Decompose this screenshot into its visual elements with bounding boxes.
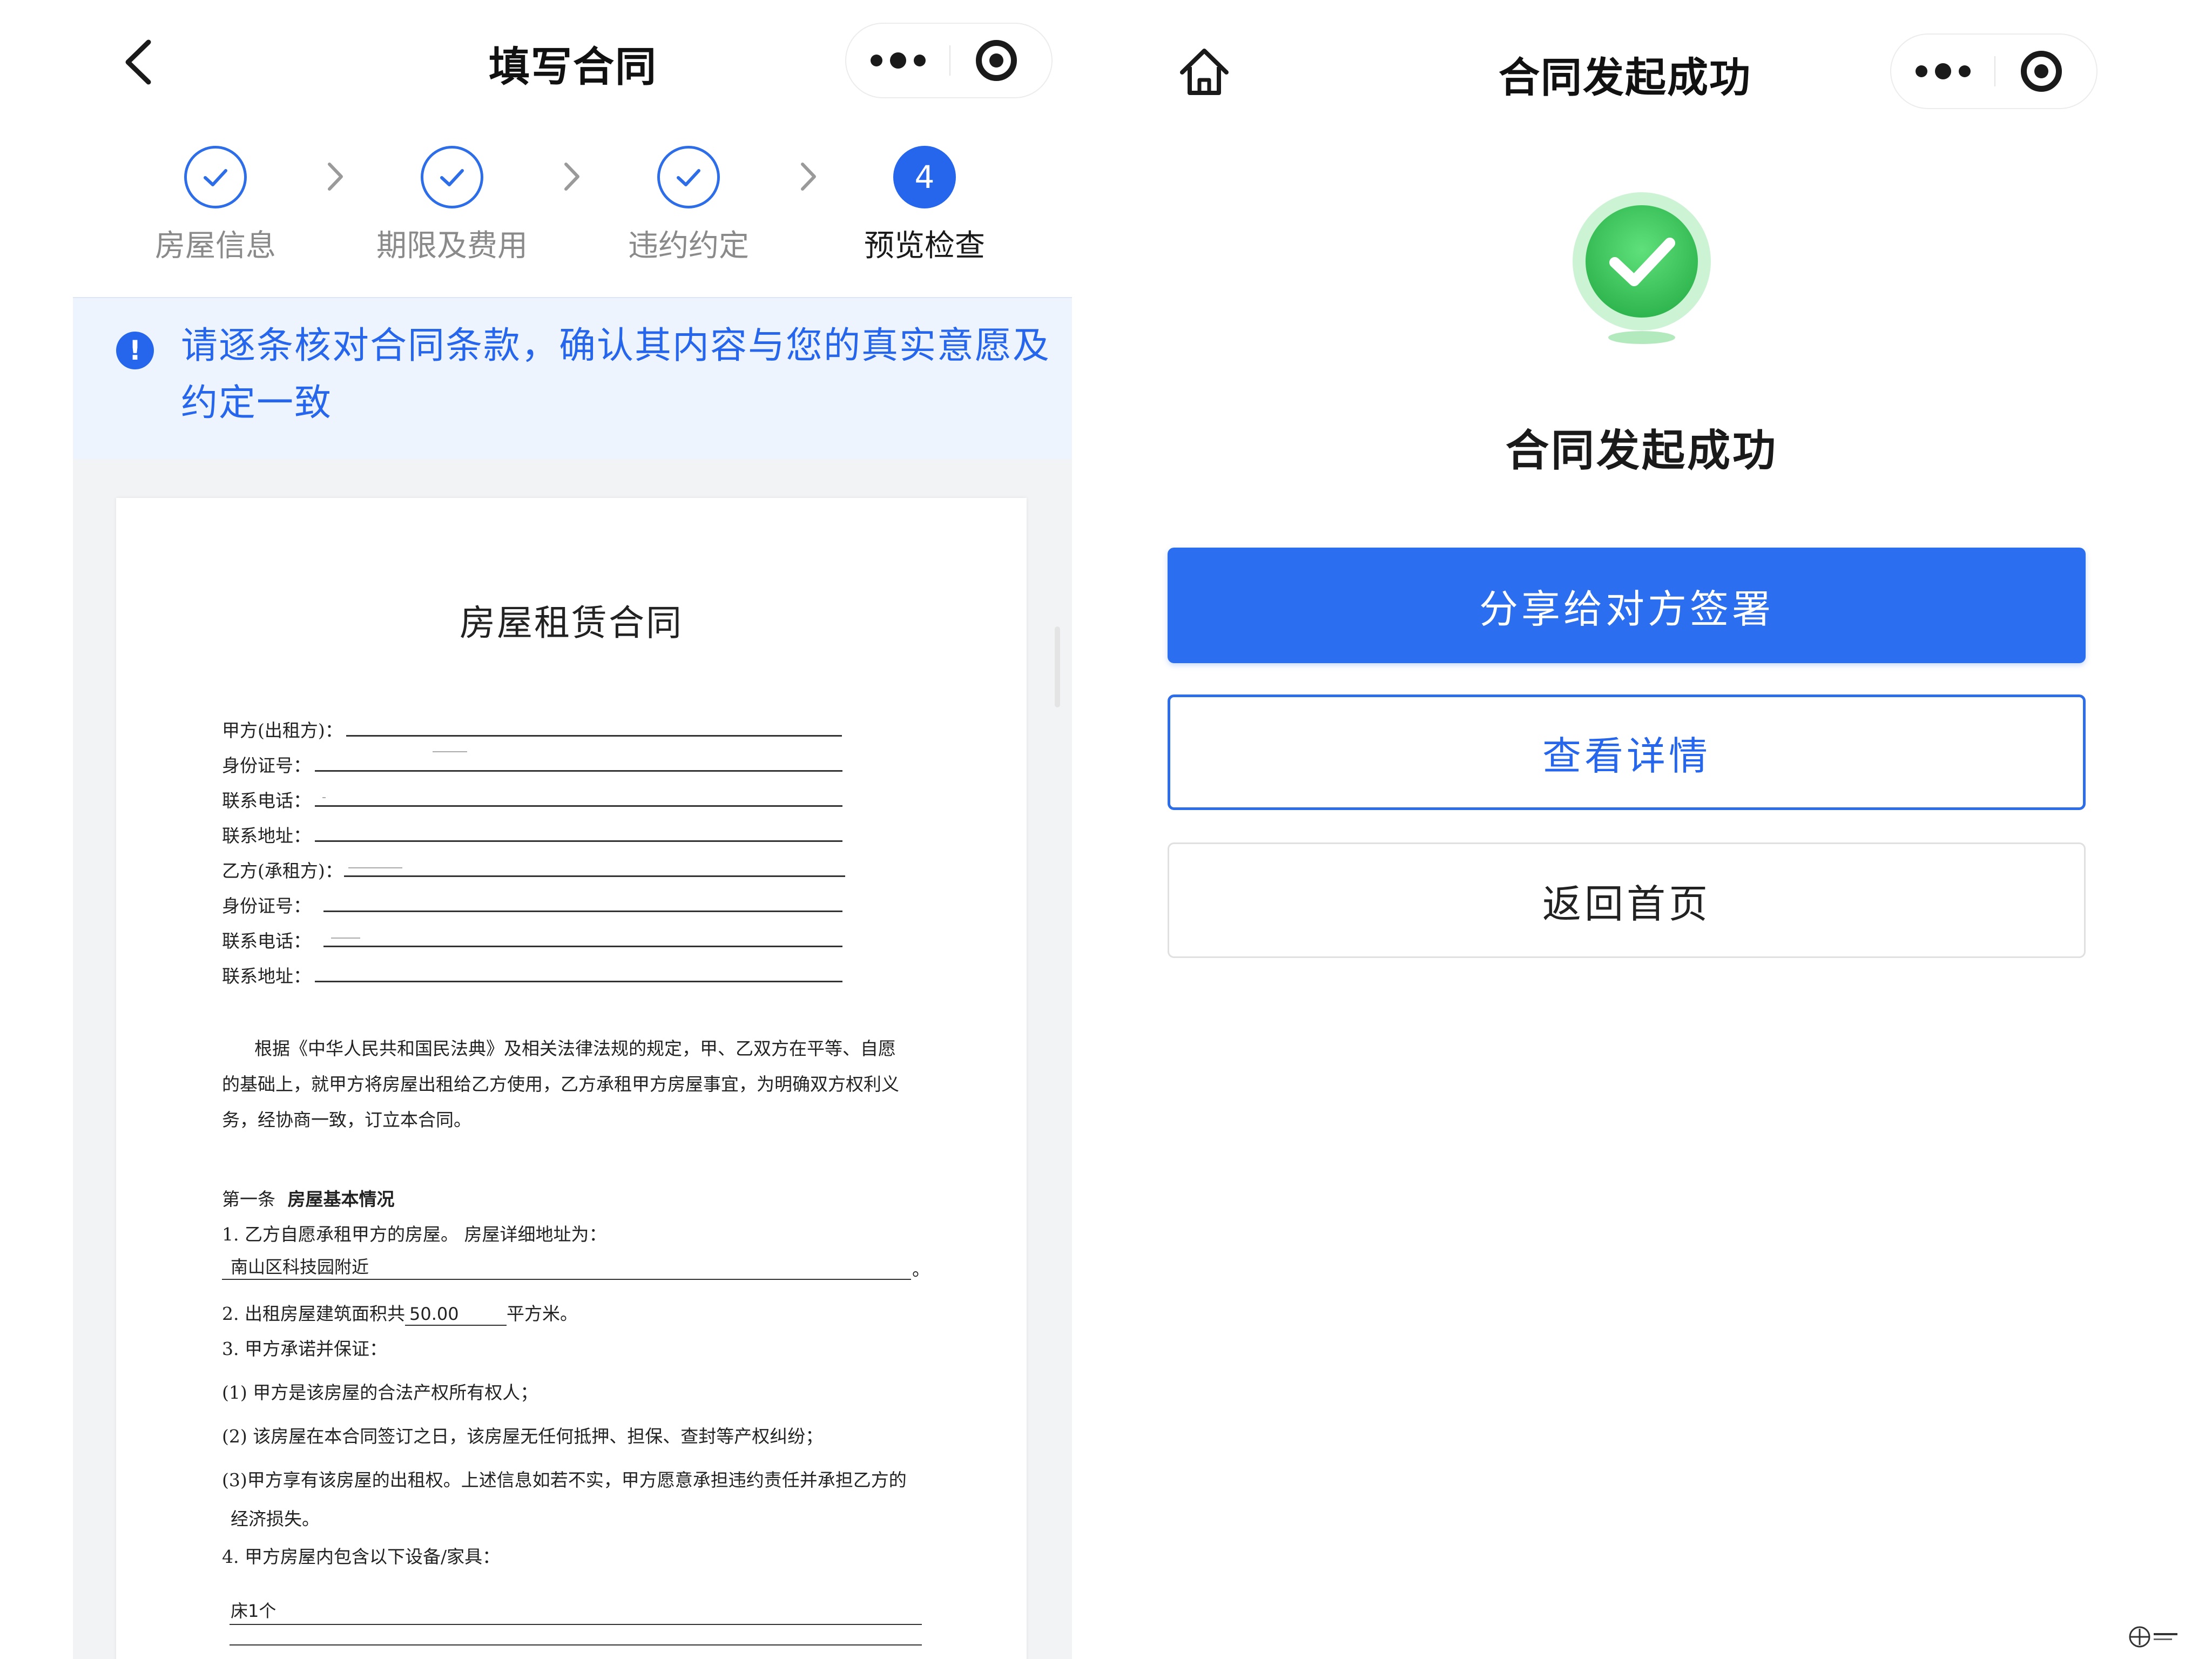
redacted-mark: [433, 751, 467, 752]
blank-line: [344, 875, 845, 877]
blank-line: [346, 735, 842, 737]
check-icon: [184, 146, 247, 208]
preamble-line: 的基础上，就甲方将房屋出租给乙方使用，乙方承租甲方房屋事宜，为明确双方权利义: [222, 1074, 899, 1095]
blank-line: [230, 1624, 922, 1625]
landlord-address-label: 联系地址：: [222, 825, 311, 846]
close-mini-program-icon[interactable]: [976, 40, 1017, 81]
contract-page: 房屋租赁合同 甲方(出租方)： 身份证号： 联系电话： 联系地址： 乙方(承租方…: [116, 498, 1027, 1659]
contract-success-screen: 合同发起成功 合同发起成功 分享给对方签署 查看详情 返回首页: [1139, 0, 2144, 1659]
back-arrow-icon[interactable]: [111, 32, 170, 92]
exclamation-icon: !: [116, 332, 154, 369]
close-mini-program-icon[interactable]: [2021, 51, 2062, 92]
check-icon: [421, 146, 483, 208]
contract-title: 房屋租赁合同: [460, 602, 683, 644]
clause-text: (3)甲方享有该房屋的出租权。上述信息如若不实，甲方愿意承担违约责任并承担乙方的: [222, 1469, 907, 1491]
more-menu-icon[interactable]: [1891, 35, 1994, 108]
tenant-name-label: 乙方(承租方)：: [222, 860, 343, 881]
watermark-logo: [2129, 1626, 2177, 1648]
tenant-address-label: 联系地址：: [222, 966, 311, 987]
mini-program-capsule: [845, 23, 1053, 98]
blank-line: [222, 1279, 911, 1280]
back-home-button[interactable]: 返回首页: [1168, 842, 2086, 958]
step-label: 期限及费用: [376, 228, 528, 264]
blank-line: [323, 946, 842, 947]
capsule-divider: [949, 45, 950, 76]
step-label: 房屋信息: [155, 228, 276, 264]
article-heading: 第一条 房屋基本情况: [222, 1182, 395, 1217]
preamble-line: 务，经协商一致，订立本合同。: [222, 1109, 471, 1130]
clause-text: 1. 乙方自愿承租甲方的房屋。 房屋详细地址为：: [222, 1224, 607, 1245]
success-check-icon: [1573, 192, 1711, 344]
step-label: 预览检查: [864, 228, 985, 264]
chevron-right-icon: [801, 163, 816, 191]
area-suffix: 平方米。: [506, 1303, 578, 1324]
home-icon[interactable]: [1175, 42, 1234, 102]
article-number: 第一条: [222, 1189, 275, 1210]
clause-text: 3. 甲方承诺并保证：: [222, 1338, 387, 1359]
blank-line: [315, 770, 842, 772]
share-to-sign-button[interactable]: 分享给对方签署: [1168, 548, 2086, 663]
contract-preview-area[interactable]: 房屋租赁合同 甲方(出租方)： 身份证号： 联系电话： 联系地址： 乙方(承租方…: [73, 459, 1072, 1659]
success-title: 合同发起成功: [1506, 426, 1778, 476]
area-prefix: 2. 出租房屋建筑面积共: [222, 1303, 405, 1324]
landlord-id-label: 身份证号：: [222, 755, 311, 776]
step-term-fees: 期限及费用: [376, 146, 528, 265]
step-number: 4: [893, 146, 956, 208]
page-title: 合同发起成功: [1499, 53, 1751, 102]
step-preview-check: 4 预览检查: [849, 146, 1000, 265]
view-details-button[interactable]: 查看详情: [1168, 694, 2086, 810]
chevron-right-icon: [328, 163, 343, 191]
landlord-phone-label: 联系电话：: [222, 790, 311, 811]
fill-contract-screen: 填写合同 房屋信息 期限及费用 违约约定 4 预览检查 ! 请逐条核对合同条款，…: [73, 0, 1072, 1659]
blank-line: [315, 805, 842, 807]
check-icon: [657, 146, 720, 208]
redacted-mark: [348, 867, 402, 868]
blank-line: [323, 911, 842, 912]
blank-line: [230, 1644, 922, 1645]
chevron-right-icon: [564, 163, 579, 191]
article-title: 房屋基本情况: [287, 1189, 395, 1210]
redacted-mark: [322, 797, 326, 798]
capsule-divider: [1994, 56, 1995, 86]
scrollbar[interactable]: [1055, 626, 1060, 707]
step-label: 违约约定: [628, 228, 749, 264]
clause-text: 4. 甲方房屋内包含以下设备/家具：: [222, 1546, 501, 1567]
redacted-mark: [331, 938, 360, 939]
clause-text: 2. 出租房屋建筑面积共 50.00 平方米。: [222, 1296, 578, 1332]
tenant-id-label: 身份证号：: [222, 895, 311, 916]
tenant-phone-label: 联系电话：: [222, 930, 311, 952]
landlord-name-label: 甲方(出租方)：: [222, 720, 343, 741]
clause-text: (2) 该房屋在本合同签订之日，该房屋无任何抵押、担保、查封等产权纠纷；: [222, 1426, 824, 1447]
step-breach-terms: 违约约定: [613, 146, 764, 265]
area-value: 50.00: [404, 1303, 507, 1326]
address-end-mark: 。: [912, 1259, 930, 1280]
more-menu-icon[interactable]: [846, 24, 949, 97]
notice-banner: ! 请逐条核对合同条款，确认其内容与您的真实意愿及约定一致: [73, 297, 1072, 460]
notice-text: 请逐条核对合同条款，确认其内容与您的真实意愿及约定一致: [181, 325, 1051, 424]
clause-text: 经济损失。: [231, 1508, 320, 1529]
blank-line: [315, 981, 842, 982]
page-title: 填写合同: [489, 43, 657, 91]
step-house-info: 房屋信息: [140, 146, 291, 265]
preamble-line: 根据《中华人民共和国民法典》及相关法律法规的规定，甲、乙双方在平等、自愿: [254, 1038, 896, 1059]
clause-text: (1) 甲方是该房屋的合法产权所有权人；: [222, 1382, 538, 1403]
blank-line: [315, 840, 842, 842]
mini-program-capsule: [1890, 33, 2098, 109]
